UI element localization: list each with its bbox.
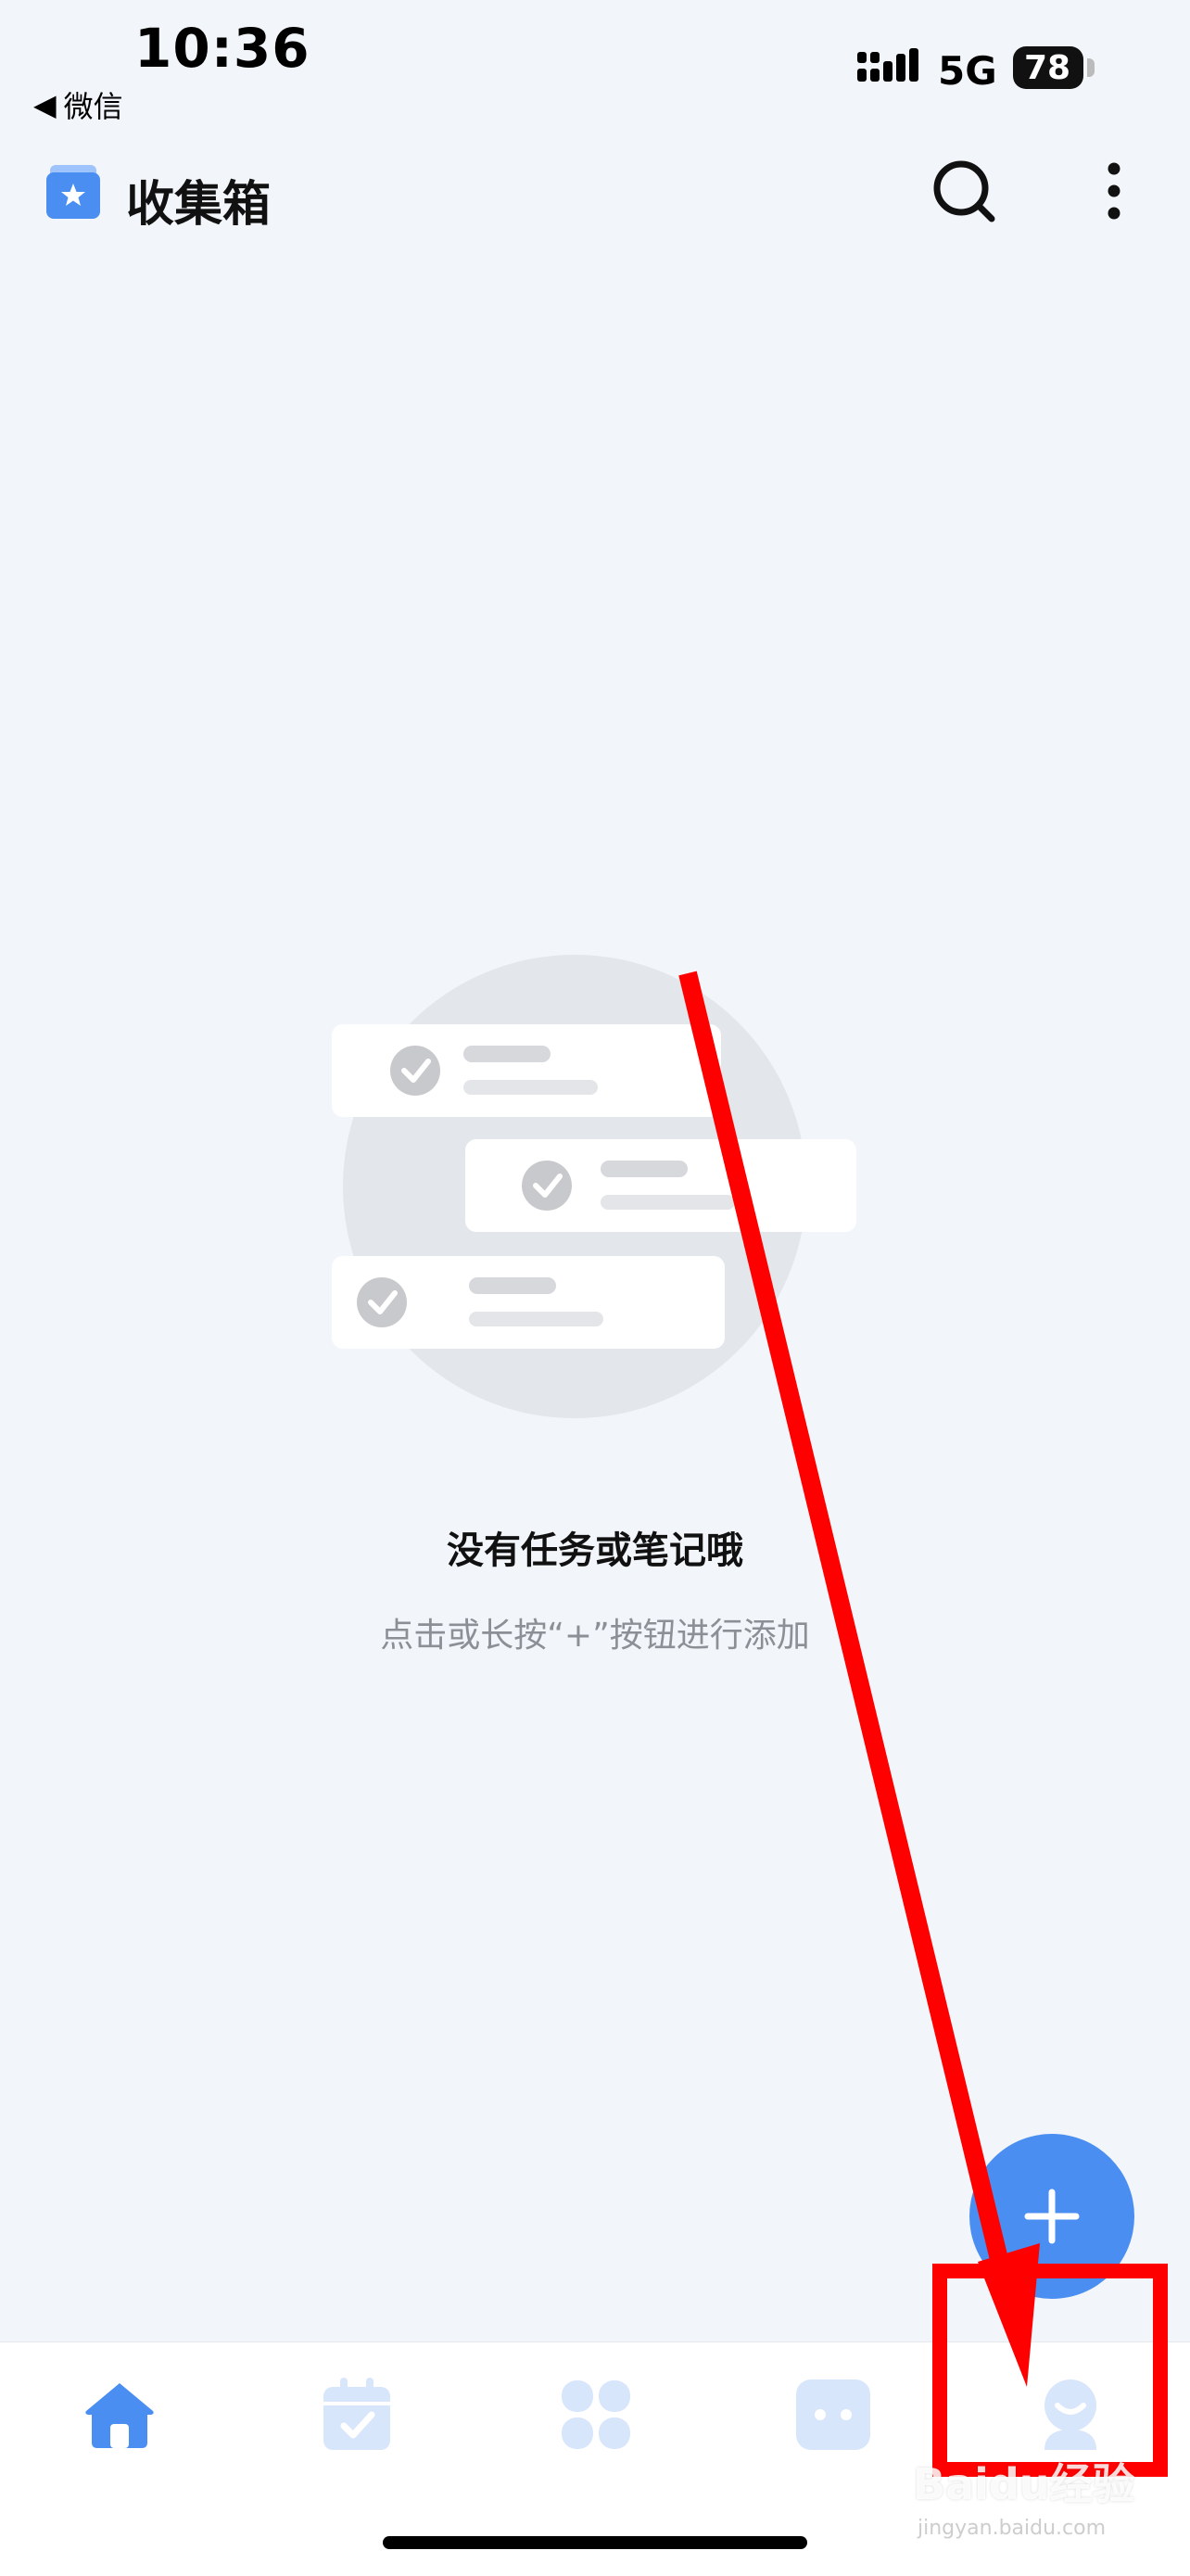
battery-tip	[1087, 58, 1095, 77]
empty-state-hint: 点击或长按“+”按钮进行添加	[380, 1617, 810, 1655]
back-to-app-link[interactable]: ◀ 微信	[33, 83, 123, 126]
back-app-label: 微信	[63, 89, 123, 124]
profile-icon	[1044, 2379, 1096, 2450]
battery-level: 78	[1024, 48, 1071, 87]
more-icon[interactable]	[1094, 158, 1134, 224]
inbox-icon	[46, 165, 100, 219]
dots-icon	[796, 2379, 870, 2450]
empty-state-title: 没有任务或笔记哦	[447, 1529, 743, 1572]
plus-icon	[1024, 2189, 1080, 2244]
network-type: 5G	[938, 48, 997, 94]
battery-indicator: 78	[1013, 46, 1083, 89]
empty-tasks-illustration	[332, 955, 856, 1418]
tab-calendar[interactable]	[297, 2373, 417, 2456]
tab-apps[interactable]	[536, 2373, 656, 2456]
page-title: 收集箱	[126, 177, 272, 233]
watermark-brand: Baidu经验	[913, 2459, 1135, 2509]
signal-icon	[857, 48, 918, 82]
calendar-check-icon	[323, 2378, 390, 2450]
back-triangle-icon: ◀	[33, 87, 57, 122]
status-time: 10:36	[134, 17, 310, 80]
home-indicator	[383, 2536, 807, 2549]
add-button[interactable]	[969, 2134, 1134, 2299]
home-icon	[85, 2383, 154, 2448]
tab-profile[interactable]	[1010, 2373, 1131, 2456]
tab-more[interactable]	[773, 2373, 893, 2456]
tab-home[interactable]	[59, 2373, 180, 2456]
search-icon[interactable]	[930, 158, 997, 224]
watermark-url: jingyan.baidu.com	[918, 2517, 1107, 2540]
four-leaf-icon	[562, 2380, 630, 2449]
